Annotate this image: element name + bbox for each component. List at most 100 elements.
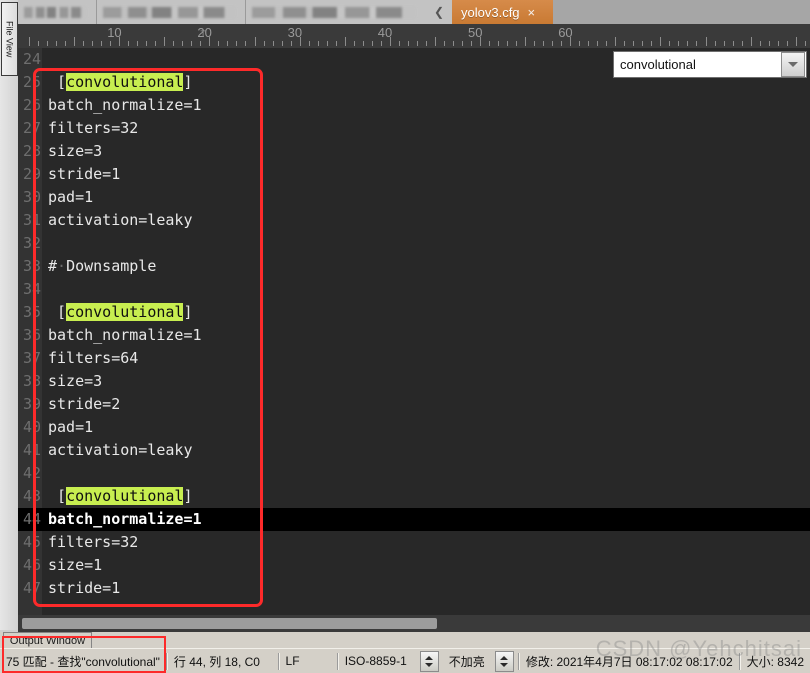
sidebar-item-file-view[interactable]: File View	[1, 2, 18, 76]
code-text: pad=1	[48, 186, 93, 209]
code-line[interactable]: 45 filters=32	[18, 531, 810, 554]
chevron-up-icon	[500, 655, 509, 660]
document-tab-hidden-2[interactable]	[97, 0, 246, 24]
ruler-tick	[281, 41, 283, 46]
status-encoding: ISO-8859-1	[344, 654, 407, 668]
ruler-tick	[380, 41, 382, 46]
code-fragment: filters=32	[48, 119, 139, 137]
ruler-tick	[29, 37, 30, 46]
code-line[interactable]: 29 stride=1	[18, 163, 810, 186]
code-text: size=3	[48, 370, 102, 393]
code-fragment: #·Downsample	[48, 257, 157, 275]
ruler-tick	[489, 41, 491, 46]
document-tab-yolov3-cfg[interactable]: yolov3.cfg ×	[452, 0, 553, 24]
space-marker: ·	[57, 257, 67, 275]
code-line[interactable]: 34	[18, 278, 810, 301]
ruler-tick	[344, 37, 346, 46]
ruler-tick	[236, 41, 238, 46]
search-input[interactable]: convolutional	[614, 57, 781, 72]
line-number: 27	[22, 119, 41, 137]
code-line[interactable]: 32	[18, 232, 810, 255]
code-editor[interactable]: 24 25 [convolutional] 26 batch_normalize=1 2…	[18, 48, 810, 615]
status-find-result: 75 匹配 - 查找"convolutional"	[6, 654, 160, 669]
code-fragment: size=1	[48, 556, 103, 574]
code-text: filters=32	[48, 117, 138, 140]
tab-output-window[interactable]: Output Window	[3, 632, 92, 649]
code-line[interactable]: 42	[18, 462, 810, 485]
ruler-tick	[669, 41, 671, 46]
ruler-tick	[110, 41, 112, 46]
status-caret-position: 行 44, 列 18, C0	[173, 654, 260, 669]
ruler-tick	[272, 41, 274, 46]
code-line[interactable]: 36 batch_normalize=1	[18, 324, 810, 347]
line-number: 36	[22, 326, 41, 344]
status-highlight-mode: 不加亮	[448, 654, 485, 669]
code-line[interactable]: 39 stride=2	[18, 393, 810, 416]
code-text: [convolutional]	[48, 301, 193, 324]
ruler-tick	[38, 41, 40, 46]
ruler-tick	[155, 41, 157, 46]
ruler-tick	[254, 37, 256, 46]
notepadpp-window: File View ❮ yolov3.cfg × 10 20 30 40 50 60 T 2…	[0, 0, 810, 673]
code-line[interactable]: 26 batch_normalize=1	[18, 94, 810, 117]
encoding-stepper[interactable]	[419, 650, 439, 672]
code-line[interactable]: 37 filters=64	[18, 347, 810, 370]
line-number: 35	[22, 303, 41, 321]
ruler-tick	[624, 41, 626, 46]
search-dropdown-button[interactable]	[781, 52, 805, 77]
tab-scroll-left-button[interactable]: ❮	[426, 0, 453, 24]
code-line[interactable]: 33 #·Downsample	[18, 255, 810, 278]
code-line[interactable]: 28 size=3	[18, 140, 810, 163]
ruler-tick	[552, 41, 554, 46]
ruler-label: 10	[107, 25, 122, 40]
ruler-tick	[516, 41, 518, 46]
code-fragment: [	[48, 73, 67, 91]
highlight-mode-stepper[interactable]	[494, 650, 514, 672]
code-fragment: size=3	[48, 372, 103, 390]
code-fragment: [	[48, 303, 67, 321]
horizontal-scrollbar[interactable]	[18, 615, 810, 632]
line-number: 39	[22, 395, 41, 413]
line-number: 42	[22, 464, 41, 482]
code-line[interactable]: 40 pad=1	[18, 416, 810, 439]
ruler-tick	[732, 41, 734, 46]
code-text: activation=leaky	[48, 209, 193, 232]
status-bar: 75 匹配 - 查找"convolutional" 行 44, 列 18, C0…	[0, 648, 810, 673]
code-line[interactable]: 47 stride=1	[18, 577, 810, 600]
ruler-tick	[759, 41, 761, 46]
ruler-tick	[164, 37, 166, 46]
code-line[interactable]: 38 size=3	[18, 370, 810, 393]
search-combobox[interactable]: convolutional	[613, 51, 807, 78]
ruler-tick	[588, 41, 590, 46]
ruler-tick	[362, 41, 364, 46]
ruler-tick	[714, 41, 716, 46]
code-line[interactable]: 41 activation=leaky	[18, 439, 810, 462]
code-line[interactable]: 30 pad=1	[18, 186, 810, 209]
ruler-tick	[101, 41, 103, 46]
ruler-tick	[606, 41, 608, 46]
ruler-tick	[353, 41, 355, 46]
code-line[interactable]: 44 batch_normalize=1	[18, 508, 810, 531]
blurred-label	[103, 7, 235, 18]
code-fragment: stride=1	[48, 165, 121, 183]
code-line[interactable]: 46 size=1	[18, 554, 810, 577]
code-line[interactable]: 43 [convolutional]	[18, 485, 810, 508]
code-fragment: filters=32	[48, 533, 139, 551]
line-number: 33	[22, 257, 41, 275]
code-fragment: filters=64	[48, 349, 139, 367]
line-number: 38	[22, 372, 41, 390]
code-line[interactable]: 31 activation=leaky	[18, 209, 810, 232]
code-line[interactable]: 27 filters=32	[18, 117, 810, 140]
document-tab-hidden-1[interactable]	[18, 0, 97, 24]
code-line[interactable]: 35 [convolutional]	[18, 301, 810, 324]
ruler-tick	[597, 41, 599, 46]
editor-tab-bar: ❮ yolov3.cfg ×	[18, 0, 810, 24]
close-icon[interactable]: ×	[528, 6, 536, 19]
ruler-tick	[218, 41, 220, 46]
ruler-tick	[795, 37, 797, 46]
horizontal-scrollbar-thumb[interactable]	[22, 618, 437, 629]
document-tab-hidden-3[interactable]	[246, 0, 427, 24]
ruler-tick	[56, 41, 58, 46]
code-text: stride=2	[48, 393, 120, 416]
chevron-up-icon	[425, 655, 434, 660]
